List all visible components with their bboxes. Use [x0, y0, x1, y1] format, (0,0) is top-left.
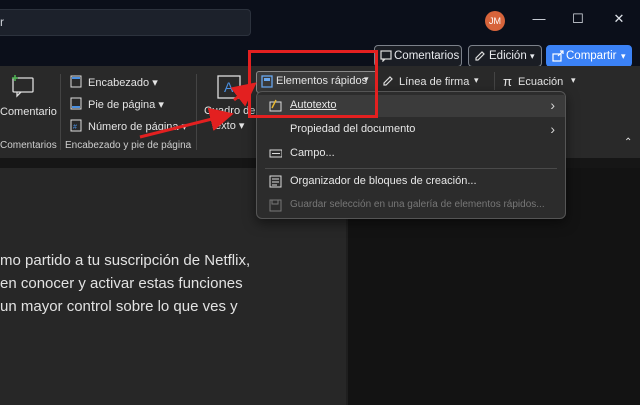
- textbox-label-line1[interactable]: Cuadro de: [204, 105, 255, 117]
- footer-label: Pie de página: [88, 99, 156, 111]
- chevron-right-icon: ›: [550, 97, 555, 113]
- save-selection-label: Guardar selección en una galería de elem…: [290, 199, 545, 210]
- page-number-label: Número de página: [88, 121, 179, 133]
- close-button[interactable]: ✕: [608, 8, 630, 30]
- autotext-icon: [269, 99, 282, 112]
- footer-button[interactable]: Pie de página ▾: [88, 98, 164, 111]
- textbox-button[interactable]: texto ▾: [212, 119, 244, 132]
- comment-icon: [380, 50, 392, 62]
- menu-item-autotext[interactable]: Autotexto ›: [257, 95, 565, 117]
- chevron-down-icon: ▾: [621, 51, 626, 61]
- comments-button[interactable]: Comentarios: [374, 45, 462, 67]
- collapse-ribbon-icon[interactable]: ⌃: [624, 137, 632, 148]
- header-button[interactable]: Encabezado ▾: [88, 76, 158, 89]
- building-blocks-label: Organizador de bloques de creación...: [290, 175, 477, 187]
- svg-text:A: A: [224, 79, 234, 95]
- document-line-1: mo partido a tu suscripción de Netflix,: [0, 252, 251, 269]
- search-box[interactable]: r: [0, 9, 251, 36]
- footer-icon: [70, 97, 82, 110]
- chevron-down-icon: ▾: [530, 51, 535, 61]
- chevron-right-icon: ›: [550, 121, 555, 137]
- comments-label: Comentarios: [394, 50, 460, 62]
- page-number-icon: #: [70, 119, 82, 132]
- save-icon: [269, 199, 282, 212]
- group-divider: [60, 74, 61, 150]
- editing-label: Edición: [489, 50, 527, 62]
- menu-item-save-selection: Guardar selección en una galería de elem…: [257, 195, 565, 217]
- document-property-label: Propiedad del documento: [290, 123, 416, 135]
- field-label: Campo...: [290, 147, 335, 159]
- autotext-label: Autotexto: [290, 99, 337, 111]
- chevron-down-icon[interactable]: ▾: [474, 75, 479, 86]
- document-line-2: en conocer y activar estas funciones: [0, 275, 243, 292]
- search-text: r: [0, 15, 4, 29]
- maximize-button[interactable]: ☐: [567, 8, 589, 30]
- comments-group-label: Comentarios: [0, 140, 57, 151]
- signature-line-button[interactable]: Línea de firma: [399, 76, 469, 88]
- quick-parts-icon: [261, 75, 273, 88]
- quick-parts-menu: Autotexto › Propiedad del documento › Ca…: [256, 91, 566, 219]
- signature-line-icon: [383, 76, 393, 86]
- share-label: Compartir: [566, 50, 617, 62]
- equation-button[interactable]: Ecuación: [518, 76, 563, 88]
- editing-button[interactable]: Edición ▾: [468, 45, 542, 67]
- menu-item-building-blocks-organizer[interactable]: Organizador de bloques de creación...: [257, 171, 565, 193]
- quick-parts-label: Elementos rápidos: [276, 75, 368, 87]
- share-icon: [552, 50, 564, 62]
- textbox-icon[interactable]: A: [215, 74, 243, 100]
- textbox-label-line2: texto: [212, 120, 236, 132]
- page-number-button[interactable]: Número de página ▾: [88, 120, 187, 133]
- building-blocks-icon: [269, 175, 282, 188]
- equation-label: Ecuación: [518, 76, 564, 88]
- menu-item-document-property[interactable]: Propiedad del documento ›: [257, 119, 565, 141]
- pencil-icon: [475, 51, 485, 61]
- group-divider: [494, 72, 495, 90]
- minimize-button[interactable]: —: [528, 8, 550, 30]
- menu-item-field[interactable]: Campo...: [257, 143, 565, 165]
- pi-icon: π: [503, 74, 512, 89]
- svg-text:#: #: [73, 124, 77, 131]
- header-icon: [70, 75, 82, 88]
- signature-line-label: Línea de firma: [399, 76, 470, 88]
- chevron-down-icon: ▾: [364, 74, 369, 84]
- group-divider: [196, 74, 197, 150]
- command-bar: [0, 42, 640, 68]
- header-label: Encabezado: [88, 77, 150, 89]
- document-line-3: un mayor control sobre lo que ves y: [0, 298, 238, 315]
- chevron-down-icon[interactable]: ▾: [571, 75, 576, 86]
- header-footer-group-label: Encabezado y pie de página: [65, 140, 192, 151]
- comment-button-label[interactable]: Comentario: [0, 106, 57, 118]
- new-comment-icon[interactable]: [11, 74, 37, 98]
- quick-parts-button[interactable]: Elementos rápidos ▾: [256, 71, 378, 93]
- field-icon: [269, 149, 282, 158]
- menu-divider: [265, 168, 557, 169]
- share-button[interactable]: Compartir ▾: [546, 45, 632, 67]
- avatar[interactable]: JM: [485, 11, 505, 31]
